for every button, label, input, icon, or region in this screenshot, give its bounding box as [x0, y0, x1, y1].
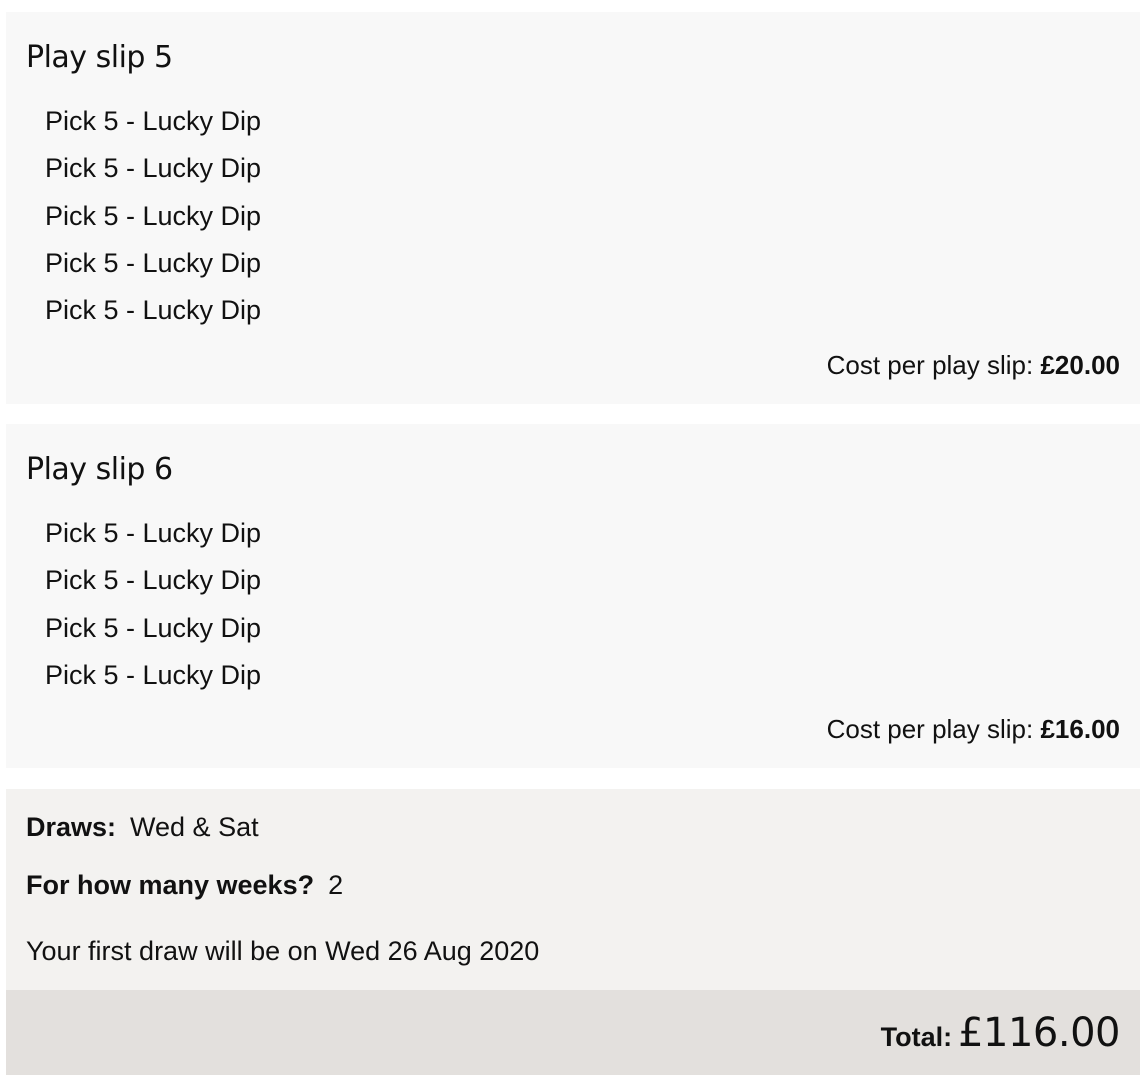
- play-slip-lines: Pick 5 - Lucky Dip Pick 5 - Lucky Dip Pi…: [45, 510, 261, 699]
- play-slip-line: Pick 5 - Lucky Dip: [45, 518, 262, 548]
- play-slip-title: Play slip 5: [26, 40, 173, 75]
- weeks-value: 2: [328, 870, 344, 900]
- cost-value: £16.00: [1040, 714, 1120, 744]
- play-slip-line: Pick 5 - Lucky Dip: [45, 153, 262, 184]
- play-slip-line: Pick 5 - Lucky Dip: [45, 295, 262, 326]
- total-value: £116.00: [958, 1010, 1120, 1056]
- draws-row: Draws: Wed & Sat: [26, 809, 259, 845]
- cost-value: £20.00: [1040, 350, 1120, 380]
- draw-summary: Draws: Wed & Sat For how many weeks? 2 You…: [6, 789, 1140, 990]
- play-slip-line: Pick 5 - Lucky Dip: [45, 247, 262, 278]
- total-label: Total:: [880, 1022, 953, 1052]
- play-slip-card: Play slip 5 Pick 5 - Lucky Dip Pick 5 - …: [6, 12, 1140, 404]
- cost-label: Cost per play slip:: [826, 714, 1034, 744]
- order-summary-page: Play slip 5 Pick 5 - Lucky Dip Pick 5 - …: [0, 0, 1146, 1075]
- play-slip-line: Pick 5 - Lucky Dip: [45, 106, 262, 136]
- weeks-row: For how many weeks? 2: [26, 867, 343, 903]
- play-slip-cost: Cost per play slip: £16.00: [827, 712, 1120, 746]
- play-slip-line: Pick 5 - Lucky Dip: [45, 565, 262, 596]
- order-total: Total: £116.00: [880, 1008, 1121, 1067]
- play-slip-line: Pick 5 - Lucky Dip: [45, 200, 262, 231]
- first-draw-text: Your first draw will be on Wed 26 Aug 20…: [26, 936, 540, 966]
- play-slip-card: Play slip 6 Pick 5 - Lucky Dip Pick 5 - …: [6, 424, 1140, 768]
- weeks-label: For how many weeks?: [26, 870, 315, 900]
- cost-label: Cost per play slip:: [826, 350, 1034, 380]
- play-slip-line: Pick 5 - Lucky Dip: [45, 659, 262, 690]
- draws-label: Draws:: [26, 812, 117, 842]
- play-slip-cost: Cost per play slip: £20.00: [827, 348, 1120, 382]
- play-slip-lines: Pick 5 - Lucky Dip Pick 5 - Lucky Dip Pi…: [45, 98, 261, 334]
- play-slip-title: Play slip 6: [26, 452, 173, 487]
- draws-value: Wed & Sat: [130, 812, 259, 842]
- total-bar: Total: £116.00: [6, 990, 1140, 1075]
- play-slip-line: Pick 5 - Lucky Dip: [45, 612, 262, 643]
